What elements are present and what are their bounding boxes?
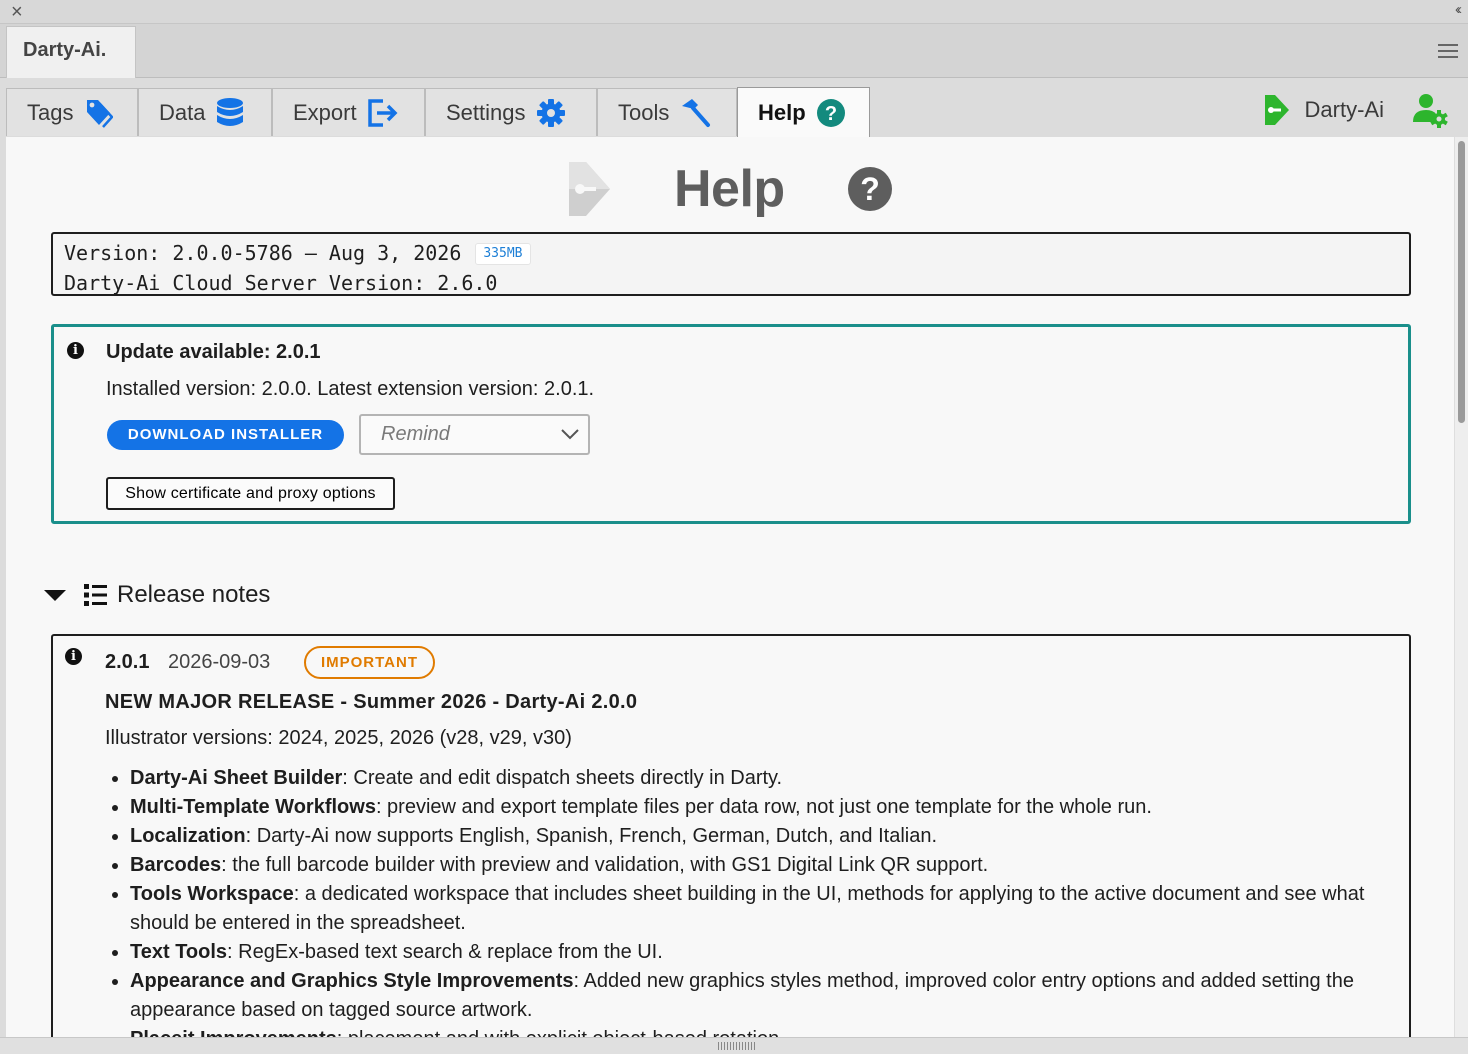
- feature-name: Darty-Ai Sheet Builder: [130, 767, 343, 789]
- note-date: 2026-09-03: [168, 651, 271, 673]
- page-title: Help: [674, 160, 785, 218]
- user-area: Darty-Ai: [1263, 92, 1448, 128]
- tab-help-label: Help: [758, 99, 806, 125]
- panel-tab[interactable]: Darty-Ai.: [6, 26, 136, 80]
- list-item: Tools Workspace: a dedicated workspace t…: [130, 880, 1405, 938]
- help-content: Help ? Version: 2.0.0-5786 – Aug 3, 2026…: [6, 137, 1454, 1037]
- feature-description: : placement and with explicit object-bas…: [337, 1028, 785, 1037]
- tab-tools-label: Tools: [618, 99, 670, 125]
- note-illustrator-versions: Illustrator versions: 2024, 2025, 2026 (…: [105, 727, 572, 749]
- resize-bar: [0, 1037, 1468, 1054]
- feature-name: Barcodes: [130, 854, 222, 876]
- help-header: Help ?: [566, 159, 893, 219]
- important-badge: IMPORTANT: [304, 646, 435, 679]
- tab-settings-label: Settings: [446, 99, 526, 125]
- release-notes-toggle[interactable]: Release notes: [44, 577, 270, 613]
- list-item: Barcodes: the full barcode builder with …: [130, 851, 1405, 880]
- feature-description: : the full barcode builder with preview …: [221, 854, 989, 876]
- tab-tags-label: Tags: [27, 99, 74, 125]
- darty-logo-icon: [1264, 95, 1289, 125]
- list-item: Placeit Improvements: placement and with…: [130, 1025, 1405, 1037]
- download-installer-button[interactable]: DOWNLOAD INSTALLER: [107, 420, 344, 450]
- gear-icon: [536, 98, 565, 127]
- resize-grip-icon[interactable]: [718, 1042, 756, 1050]
- feature-name: Text Tools: [130, 941, 228, 963]
- release-notes-title: Release notes: [117, 581, 271, 608]
- main-tabs: Tags Data Export Settings Tools Help ? D…: [0, 78, 1468, 138]
- tab-data-label: Data: [159, 99, 206, 125]
- feature-description: : a dedicated workspace that includes sh…: [130, 883, 1365, 934]
- tag-icon: [87, 99, 114, 128]
- remind-select-value: Remind: [381, 423, 450, 445]
- tab-export-label: Export: [293, 99, 357, 125]
- feature-name: Appearance and Graphics Style Improvemen…: [130, 970, 574, 992]
- tab-tools[interactable]: Tools: [597, 88, 737, 136]
- list-icon: [84, 584, 107, 606]
- update-panel: i Update available: 2.0.1 Installed vers…: [51, 324, 1411, 524]
- show-certificate-button[interactable]: Show certificate and proxy options: [106, 477, 395, 510]
- collapse-panel-icon[interactable]: ‹‹: [1455, 1, 1462, 18]
- close-icon[interactable]: ×: [11, 2, 23, 22]
- list-item: Localization: Darty-Ai now supports Engl…: [130, 822, 1405, 851]
- feature-name: Multi-Template Workflows: [130, 796, 376, 818]
- hammer-icon: [682, 98, 711, 127]
- note-headline: NEW MAJOR RELEASE - Summer 2026 - Darty-…: [105, 691, 638, 713]
- panel-tab-label: Darty-Ai.: [23, 39, 107, 61]
- feature-description: : Create and edit dispatch sheets direct…: [342, 767, 783, 789]
- feature-name: Localization: [130, 825, 246, 847]
- info-icon: i: [65, 648, 82, 665]
- list-item: Darty-Ai Sheet Builder: Create and edit …: [130, 764, 1405, 793]
- svg-text:?: ?: [825, 103, 837, 125]
- feature-name: Placeit Improvements: [130, 1028, 337, 1037]
- release-note-entry: i 2.0.1 2026-09-03 IMPORTANT NEW MAJOR R…: [51, 634, 1411, 1037]
- tab-data[interactable]: Data: [138, 88, 272, 136]
- note-version: 2.0.1: [105, 651, 150, 673]
- svg-text:?: ?: [860, 171, 880, 207]
- export-icon: [367, 98, 398, 127]
- tab-export[interactable]: Export: [272, 88, 425, 136]
- database-icon: [217, 97, 244, 126]
- version-line: Version: 2.0.0-5786 – Aug 3, 2026: [64, 241, 462, 265]
- info-icon: i: [67, 342, 84, 359]
- update-subtitle: Installed version: 2.0.0. Latest extensi…: [106, 378, 595, 400]
- version-info: Version: 2.0.0-5786 – Aug 3, 2026 335MB D…: [51, 232, 1411, 296]
- list-item: Multi-Template Workflows: preview and ex…: [130, 793, 1405, 822]
- tab-settings[interactable]: Settings: [425, 88, 597, 136]
- window-titlebar: × ‹‹: [0, 0, 1468, 24]
- list-item: Text Tools: RegEx-based text search & re…: [130, 938, 1405, 967]
- feature-description: : Darty-Ai now supports English, Spanish…: [245, 825, 938, 847]
- list-item: Appearance and Graphics Style Improvemen…: [130, 967, 1405, 1025]
- update-title: Update available: 2.0.1: [106, 341, 321, 363]
- user-settings-icon[interactable]: [1412, 92, 1448, 128]
- feature-name: Tools Workspace: [130, 883, 294, 905]
- note-feature-list: Darty-Ai Sheet Builder: Create and edit …: [130, 764, 1405, 1037]
- panel-header: Darty-Ai.: [0, 24, 1468, 80]
- help-icon: ?: [847, 167, 892, 211]
- server-version-line: Darty-Ai Cloud Server Version: 2.6.0: [64, 271, 498, 295]
- panel-menu-icon[interactable]: [1438, 44, 1458, 58]
- scrollbar-thumb[interactable]: [1458, 141, 1465, 423]
- tab-tags[interactable]: Tags: [6, 88, 138, 136]
- darty-logo-icon: [569, 162, 610, 216]
- tab-help[interactable]: Help ?: [737, 87, 870, 137]
- size-badge: 335MB: [475, 243, 531, 265]
- remind-select[interactable]: Remind: [359, 414, 590, 455]
- user-name[interactable]: Darty-Ai: [1305, 97, 1384, 123]
- caret-down-icon: [44, 589, 66, 601]
- help-icon: ?: [816, 98, 845, 127]
- feature-description: : preview and export template files per …: [375, 796, 1152, 818]
- feature-description: : RegEx-based text search & replace from…: [227, 941, 663, 963]
- vertical-scrollbar[interactable]: [1454, 137, 1468, 1037]
- chevron-down-icon: [561, 429, 579, 440]
